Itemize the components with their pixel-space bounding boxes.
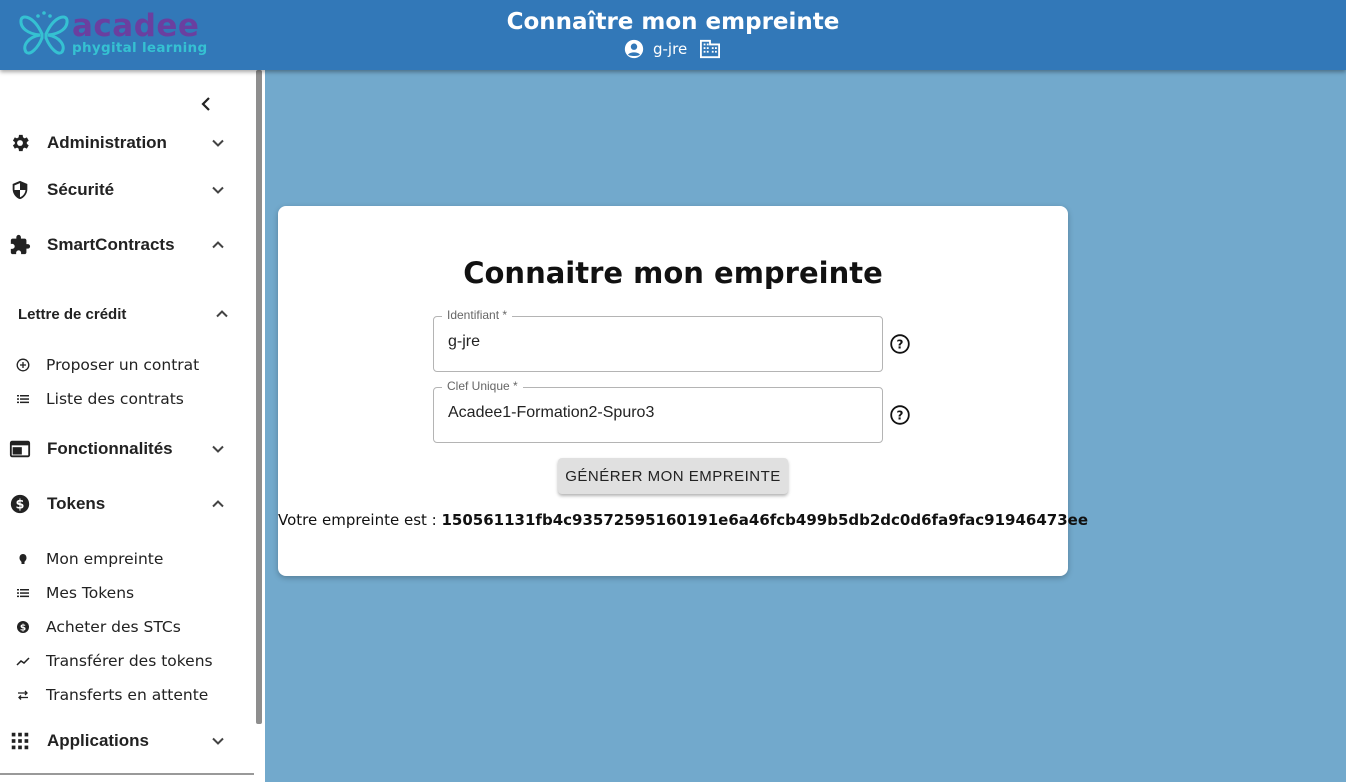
chevron-up-icon <box>212 241 224 249</box>
list-icon <box>17 395 29 404</box>
sidebar-item-acheter-stcs[interactable]: $ Acheter des STCs <box>0 613 240 641</box>
chevron-down-icon <box>212 186 224 194</box>
result-prefix: Votre empreinte est : <box>278 511 437 529</box>
svg-text:?: ? <box>897 338 904 352</box>
username: g-jre <box>653 40 688 58</box>
apps-grid-icon <box>11 732 29 750</box>
sidebar-item-label: Proposer un contrat <box>46 356 200 374</box>
sidebar-item-securite[interactable]: Sécurité <box>0 172 240 208</box>
chevron-down-icon <box>212 139 224 147</box>
add-circle-icon <box>16 358 30 372</box>
fingerprint-result: Votre empreinte est : 150561131fb4c93572… <box>278 511 1088 529</box>
sidebar-divider <box>0 773 254 775</box>
svg-text:$: $ <box>20 624 26 634</box>
identifiant-field[interactable]: Identifiant * <box>433 308 883 372</box>
fingerprint-card: Connaitre mon empreinte Identifiant * ? … <box>278 206 1088 576</box>
chevron-up-icon <box>216 310 228 318</box>
sidebar-edge <box>262 70 265 782</box>
identifiant-input[interactable] <box>448 333 868 351</box>
user-info: g-jre <box>623 38 721 60</box>
app-header: acadee phygital learning Connaître mon e… <box>0 0 1346 70</box>
puzzle-icon <box>10 234 31 255</box>
logo-tagline: phygital learning <box>72 40 208 56</box>
svg-text:?: ? <box>897 409 904 423</box>
sidebar-item-applications[interactable]: Applications <box>0 723 240 759</box>
gear-icon <box>12 134 29 152</box>
sidebar-item-transferer-tokens[interactable]: Transférer des tokens <box>0 647 240 675</box>
dollar-circle-icon: $ <box>10 494 30 514</box>
clef-unique-input[interactable] <box>448 404 868 422</box>
sidebar-item-fonctionnalites[interactable]: Fonctionnalités <box>0 431 240 467</box>
card-title: Connaitre mon empreinte <box>463 256 883 290</box>
building-icon[interactable] <box>699 39 721 59</box>
generate-fingerprint-button[interactable]: GÉNÉRER MON EMPREINTE <box>558 458 788 494</box>
help-icon[interactable]: ? <box>890 334 910 354</box>
svg-text:$: $ <box>16 498 25 513</box>
sidebar-item-tokens[interactable]: $ Tokens <box>0 486 240 522</box>
sidebar-item-liste-contrats[interactable]: Liste des contrats <box>0 385 240 413</box>
trending-icon <box>16 657 30 666</box>
sidebar-item-proposer-contrat[interactable]: Proposer un contrat <box>0 351 240 379</box>
sidebar-item-label: Administration <box>47 133 167 152</box>
sidebar-item-mes-tokens[interactable]: Mes Tokens <box>0 579 240 607</box>
account-circle-icon[interactable] <box>623 38 645 60</box>
clef-unique-label: Clef Unique * <box>442 379 523 393</box>
list-icon <box>17 589 29 598</box>
sidebar-item-label: Transferts en attente <box>46 686 209 704</box>
sidebar-item-mon-empreinte[interactable]: Mon empreinte <box>0 545 240 573</box>
sidebar-item-administration[interactable]: Administration <box>0 125 240 161</box>
chevron-left-icon[interactable] <box>196 94 216 114</box>
sidebar-group-lettre-de-credit[interactable]: Lettre de crédit <box>18 299 240 329</box>
fingerprint-value: 150561131fb4c93572595160191e6a46fcb499b5… <box>441 511 1089 529</box>
sidebar-item-label: Applications <box>47 731 150 750</box>
sidebar-item-label: Sécurité <box>47 180 115 199</box>
sidebar-group-label: Lettre de crédit <box>18 305 127 323</box>
sidebar-item-label: Fonctionnalités <box>47 439 173 458</box>
sidebar-item-label: Acheter des STCs <box>46 618 181 636</box>
sidebar-item-smartcontracts[interactable]: SmartContracts <box>0 227 240 263</box>
sidebar-item-label: SmartContracts <box>47 235 175 254</box>
shield-icon <box>12 180 28 200</box>
help-icon[interactable]: ? <box>890 405 910 425</box>
clef-unique-field[interactable]: Clef Unique * <box>433 379 883 443</box>
chevron-up-icon <box>212 500 224 508</box>
swap-icon <box>18 690 28 700</box>
page-title: Connaître mon empreinte <box>506 9 840 35</box>
sidebar-item-label: Transférer des tokens <box>46 652 213 670</box>
sidebar-item-label: Tokens <box>47 494 106 513</box>
sidebar-item-transferts-attente[interactable]: Transferts en attente <box>0 681 240 709</box>
web-icon <box>9 440 31 458</box>
chevron-down-icon <box>212 445 224 453</box>
sidebar-item-label: Liste des contrats <box>46 390 184 408</box>
identifiant-label: Identifiant * <box>442 308 513 322</box>
sidebar-item-label: Mes Tokens <box>46 584 135 602</box>
chevron-down-icon <box>212 737 224 745</box>
dollar-circle-icon: $ <box>17 621 29 634</box>
sidebar: Administration Sécurité SmartContracts L… <box>0 70 262 782</box>
fingerprint-icon <box>19 554 27 564</box>
sidebar-item-label: Mon empreinte <box>46 550 164 568</box>
